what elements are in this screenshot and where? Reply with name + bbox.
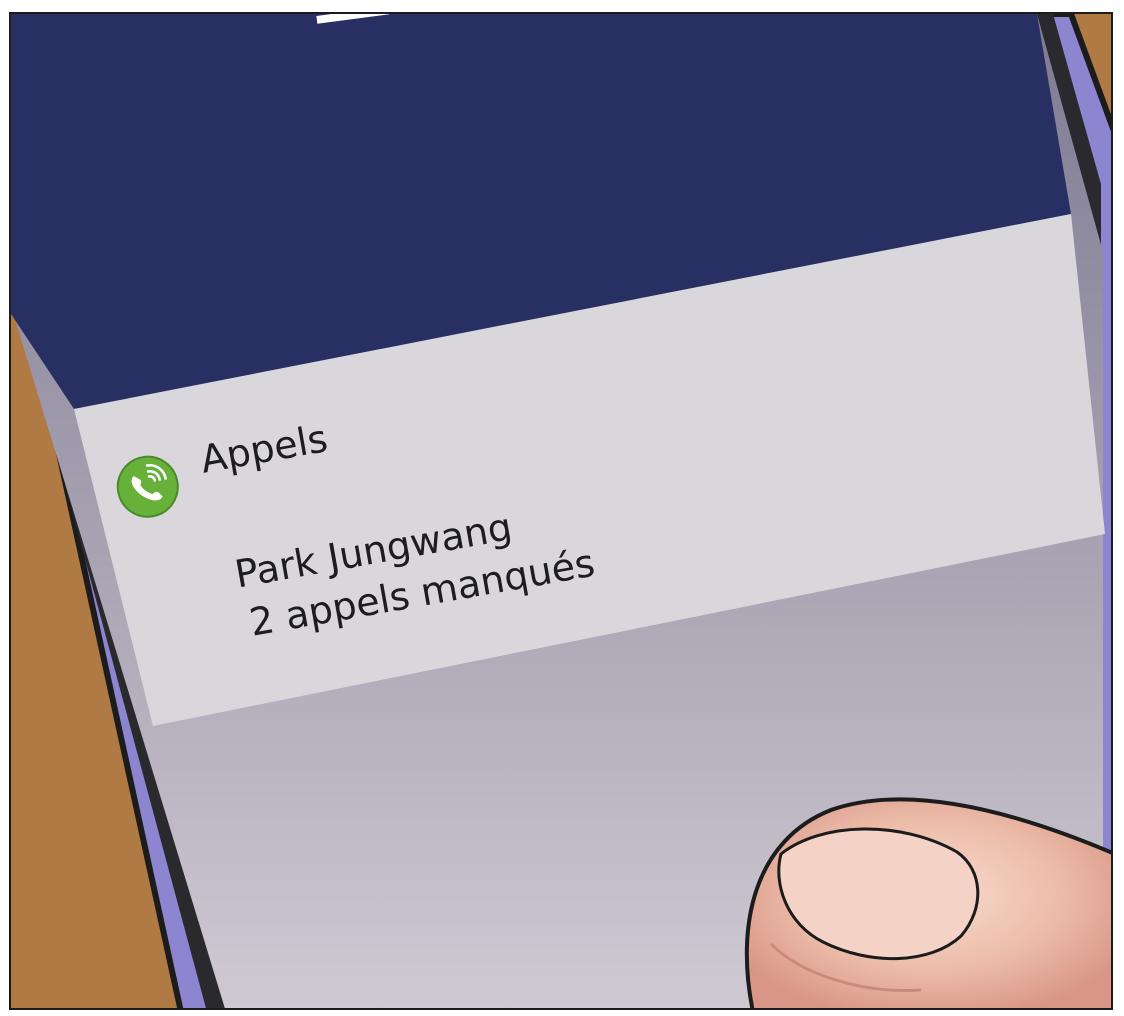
phone-call-icon [111, 450, 184, 523]
notification-app-name: Appels [197, 416, 331, 482]
comic-panel: 10:30 Appels Park Jungwang 2 appels manq… [9, 12, 1113, 1010]
thumb-illustration [744, 797, 1111, 1008]
